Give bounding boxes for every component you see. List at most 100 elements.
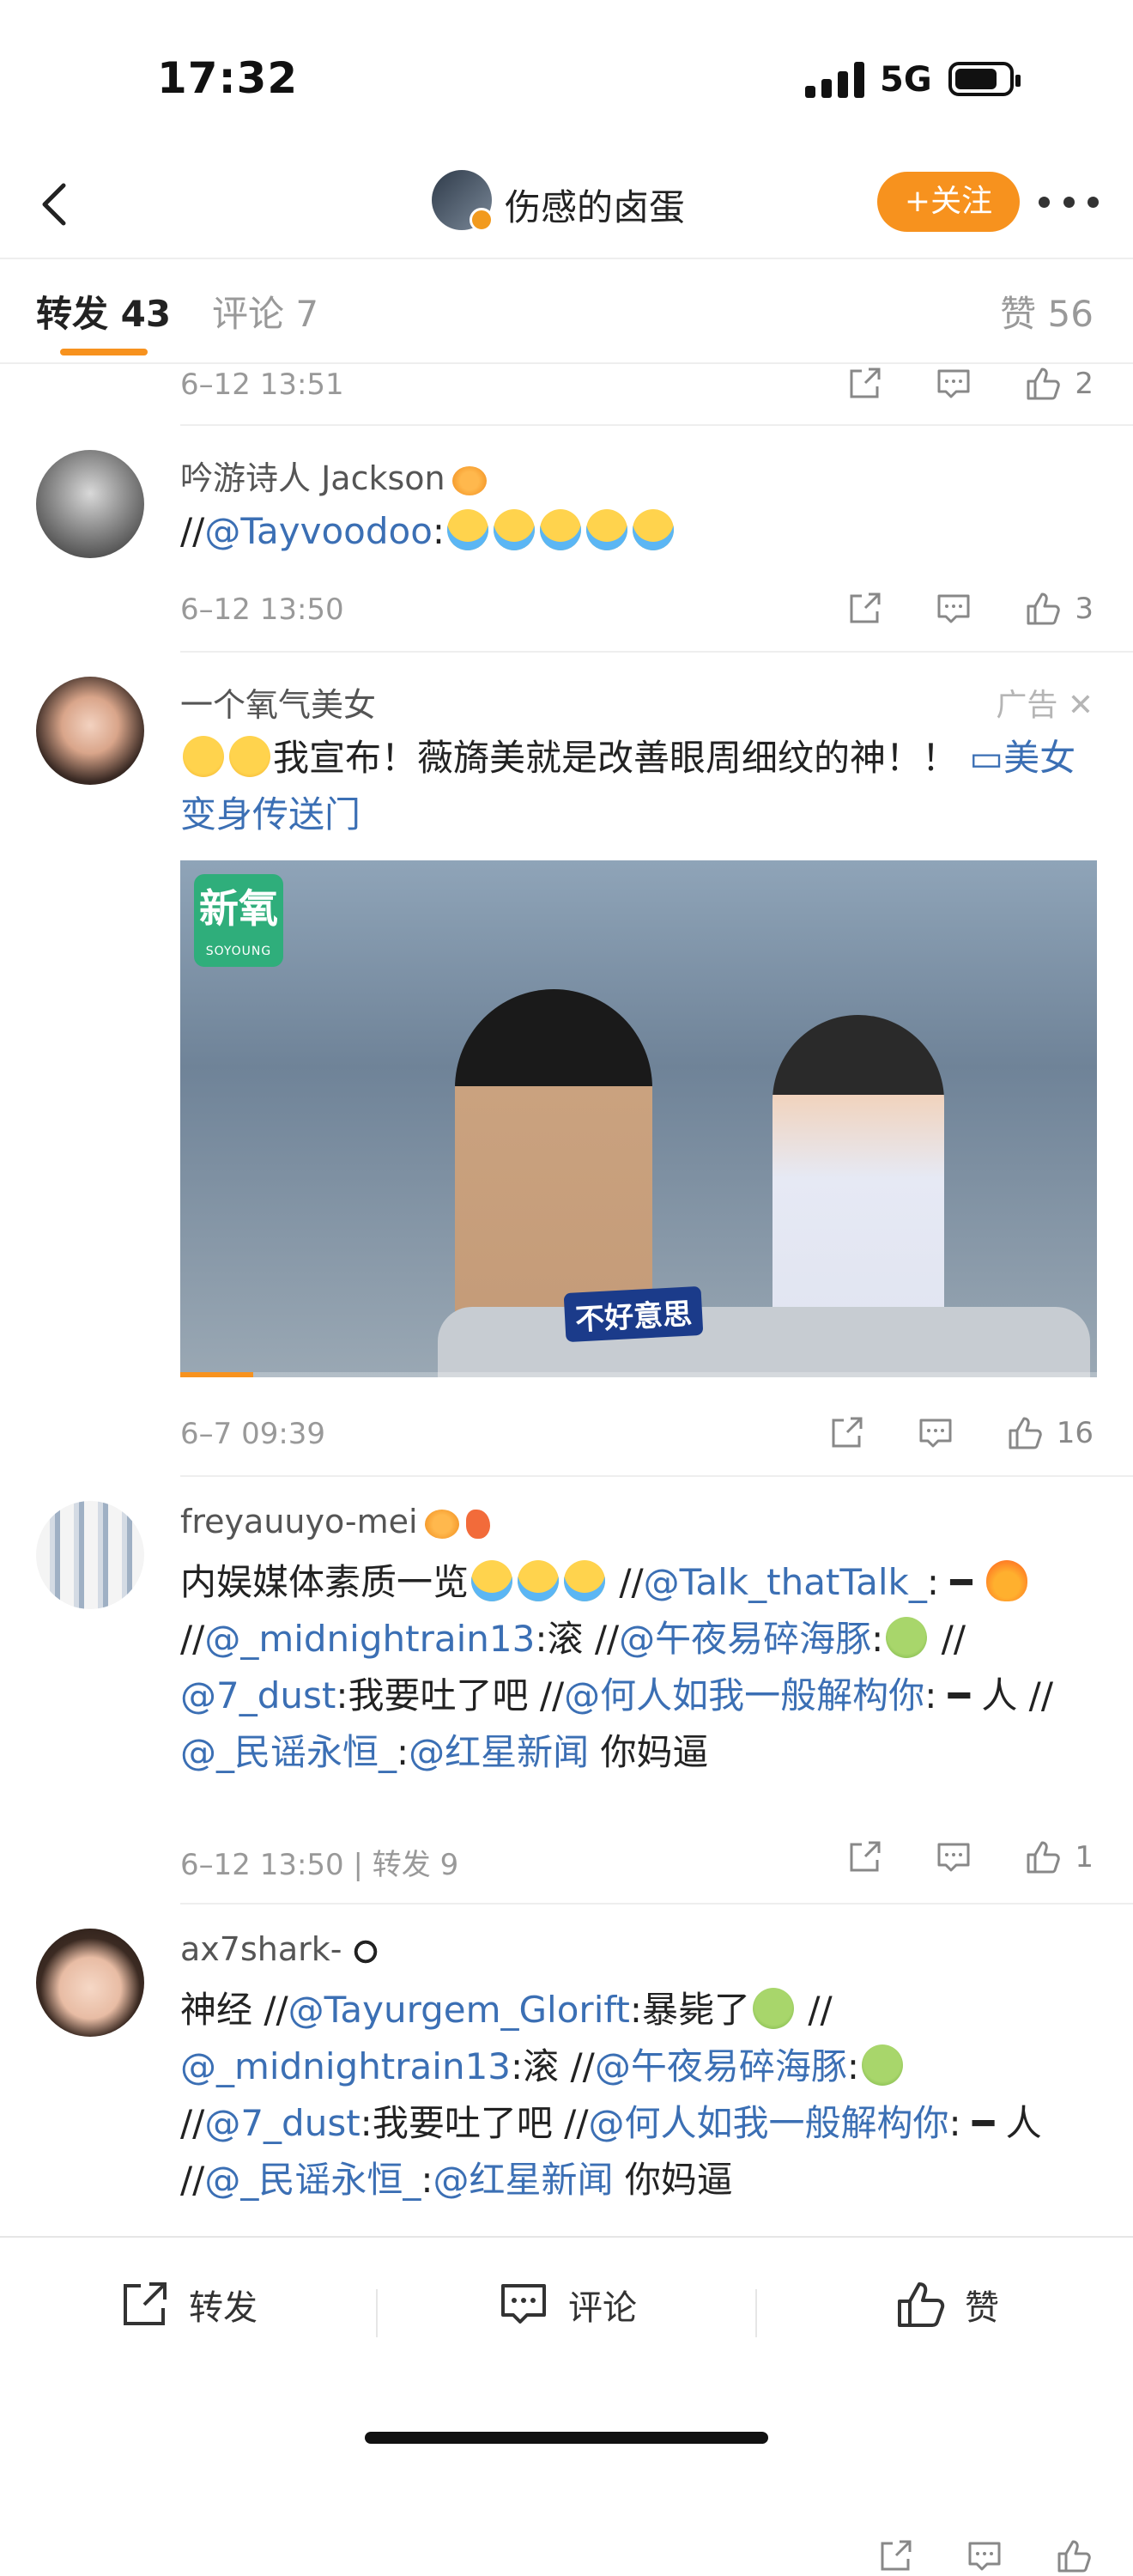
comment-button[interactable]: [934, 364, 973, 404]
tab-like-label: 赞: [1000, 293, 1037, 335]
mention-link[interactable]: @7_dust: [180, 1674, 336, 1716]
battery-icon: [948, 62, 1021, 96]
text-span: //: [608, 1561, 644, 1603]
like-count: 16: [1056, 1416, 1094, 1450]
signal-icon: [805, 62, 865, 98]
home-indicator[interactable]: [365, 2432, 768, 2444]
text-span: 你妈逼: [613, 2159, 733, 2201]
tab-repost[interactable]: 转发 43: [36, 285, 171, 337]
like-icon: [1009, 1417, 1042, 1449]
more-icon[interactable]: [1039, 180, 1099, 223]
comment-button[interactable]: [916, 1413, 955, 1453]
text-span: //: [930, 1618, 966, 1660]
like-button[interactable]: [1054, 2537, 1094, 2576]
user-name[interactable]: freyauuyo-mei: [180, 1503, 490, 1540]
bottom-like-button[interactable]: 赞: [893, 2277, 999, 2332]
video-progress-bar: [180, 1372, 1097, 1377]
like-button[interactable]: 1: [1023, 1838, 1094, 1877]
mention-link[interactable]: @红星新闻: [409, 1731, 589, 1773]
avatar[interactable]: [36, 677, 144, 785]
text-span: :我要吐了吧 //: [336, 1674, 565, 1716]
tab-like[interactable]: 赞 56: [1000, 285, 1094, 337]
share-button[interactable]: [845, 364, 884, 404]
comment-icon: [937, 369, 970, 398]
comment-icon: [937, 1843, 970, 1872]
comment-icon: [501, 2284, 546, 2324]
share-button[interactable]: [845, 589, 884, 629]
text-span: :: [871, 1618, 884, 1660]
mention-link[interactable]: @午夜易碎海豚: [619, 1618, 871, 1660]
avatar[interactable]: [36, 1501, 144, 1609]
mention-link[interactable]: @Talk_thatTalk_: [644, 1561, 927, 1603]
avatar[interactable]: [36, 1929, 144, 2037]
mention-link[interactable]: @午夜易碎海豚: [595, 2045, 847, 2087]
like-icon: [1057, 2540, 1091, 2573]
crying-emoji-icon: [633, 509, 675, 550]
brand-logo-text: 新氧: [199, 885, 278, 932]
post-time: 6–12 13:50: [180, 592, 344, 627]
share-button[interactable]: [827, 1413, 866, 1453]
like-button[interactable]: 2: [1023, 364, 1094, 404]
bottom-action-bar: 转发 评论 赞: [0, 2236, 1133, 2464]
mention-link[interactable]: @_midnightrain13: [180, 2045, 511, 2087]
nav-avatar[interactable]: [432, 170, 494, 232]
tab-comment[interactable]: 评论 7: [212, 285, 318, 337]
divider: [180, 1903, 1133, 1905]
post-time: 6–12 13:51: [180, 368, 344, 402]
post-content: 神经 //@Tayurgem_Glorift:暴毙了 // @_midnight…: [180, 1982, 1099, 2208]
comment-button[interactable]: [934, 589, 973, 629]
user-name[interactable]: 一个氧气美女: [180, 678, 376, 726]
mention-link[interactable]: @_midnightrain13: [204, 1618, 535, 1660]
bottom-comment-button[interactable]: 评论: [496, 2277, 637, 2332]
mention-link[interactable]: @7_dust: [204, 2102, 360, 2144]
bottom-like-label: 赞: [965, 2288, 999, 2328]
text-span: //: [180, 1618, 205, 1660]
text-span: :我要吐了吧 //: [360, 2102, 589, 2144]
post-meta: 6–12 13:50 | 转发 9: [180, 1848, 459, 1882]
mention-link[interactable]: @Tayvoodoo: [204, 510, 433, 552]
comment-button[interactable]: [965, 2537, 1004, 2576]
mention-link[interactable]: @_民谣永恒_: [180, 1731, 397, 1773]
mention-link[interactable]: @红星新闻: [433, 2159, 613, 2201]
post-actions: 3: [845, 589, 1094, 629]
mention-link[interactable]: @何人如我一般解构你: [564, 1674, 924, 1716]
post-actions: [876, 2537, 1094, 2576]
ad-video-thumbnail[interactable]: 新氧 SOYOUNG 不好意思: [180, 860, 1097, 1377]
share-icon: [850, 1841, 881, 1872]
status-time: 17:32: [157, 53, 299, 103]
tab-like-count: 56: [1047, 293, 1094, 335]
mention-link[interactable]: @Tayurgem_Glorift: [288, 1989, 630, 2031]
share-button[interactable]: [845, 1838, 884, 1877]
shocked-emoji-icon: [183, 736, 224, 777]
bottom-repost-button[interactable]: 转发: [117, 2277, 258, 2332]
like-icon: [1027, 368, 1061, 400]
user-name[interactable]: 吟游诗人 Jackson: [180, 452, 487, 499]
text-span: : ━: [926, 1561, 972, 1603]
crying-emoji-icon: [471, 1560, 513, 1601]
ad-label[interactable]: 广告 ✕: [996, 680, 1094, 725]
like-count: 3: [1075, 592, 1094, 626]
close-icon[interactable]: ✕: [1068, 688, 1094, 723]
tab-repost-count: 43: [120, 293, 172, 335]
mention-link[interactable]: @_民谣永恒_: [204, 2159, 421, 2201]
avatar[interactable]: [36, 450, 144, 558]
like-button[interactable]: 16: [1005, 1413, 1094, 1453]
comment-button[interactable]: [934, 1838, 973, 1877]
crying-emoji-icon: [564, 1560, 606, 1601]
share-icon: [832, 1417, 863, 1448]
nav-title[interactable]: 伤感的卤蛋: [505, 179, 685, 231]
user-name[interactable]: ax7shark-: [180, 1930, 384, 1968]
back-button[interactable]: [31, 179, 82, 230]
mention-link[interactable]: @何人如我一般解构你: [588, 2102, 948, 2144]
shrimp-badge-icon: [465, 1509, 490, 1539]
like-button[interactable]: 3: [1023, 589, 1094, 629]
verified-badge-icon: [470, 208, 494, 232]
share-button[interactable]: [876, 2537, 915, 2576]
video-icon: ▭: [969, 737, 1004, 779]
ad-label-text: 广告: [996, 688, 1058, 723]
like-icon: [898, 2282, 945, 2327]
tab-bar: 转发 43 评论 7 赞 56: [0, 259, 1133, 364]
like-count: 2: [1075, 367, 1094, 401]
post-content: 内娱媒体素质一览 //@Talk_thatTalk_: ━ //@_midnig…: [180, 1554, 1099, 1781]
follow-button[interactable]: +关注: [877, 172, 1020, 232]
